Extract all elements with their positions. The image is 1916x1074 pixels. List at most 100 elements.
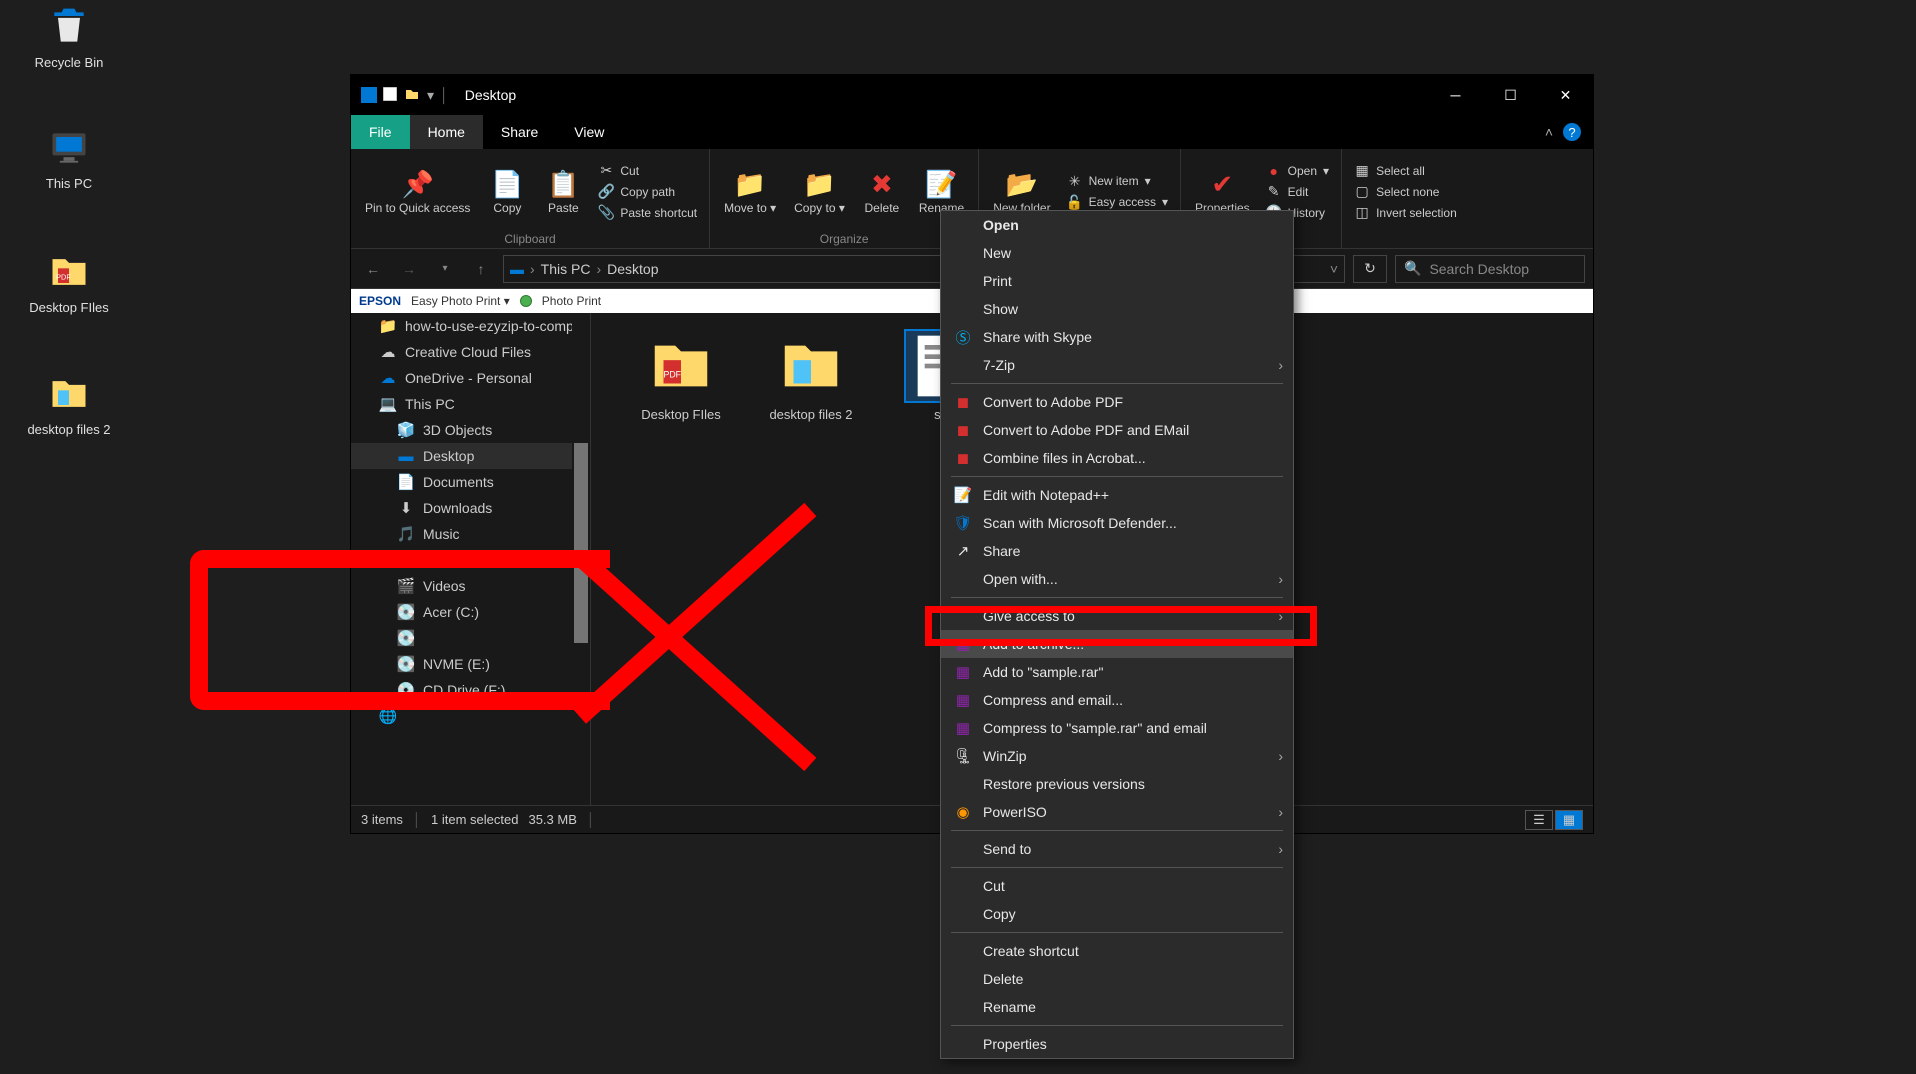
recent-locations-button[interactable]: ▾	[431, 255, 459, 283]
open-button[interactable]: ●Open ▾	[1262, 162, 1333, 180]
file-item-desktop-files-2[interactable]: desktop files 2	[751, 331, 871, 422]
sidebar-item[interactable]: ☁Creative Cloud Files	[351, 339, 590, 365]
details-view-toggle[interactable]: ☰	[1525, 810, 1553, 830]
copy-to-button[interactable]: 📁Copy to ▾	[788, 166, 851, 217]
context-item[interactable]: Cut	[941, 872, 1293, 900]
invert-selection-button[interactable]: ◫Invert selection	[1350, 204, 1461, 222]
maximize-button[interactable]: ☐	[1483, 75, 1538, 115]
context-item[interactable]: ↗Share	[941, 537, 1293, 565]
new-item-button[interactable]: ✳New item ▾	[1063, 172, 1172, 190]
context-item[interactable]: ◼Convert to Adobe PDF	[941, 388, 1293, 416]
paste-button[interactable]: 📋Paste	[538, 166, 588, 217]
copy-button[interactable]: 📄Copy	[482, 166, 532, 217]
epson-photo-print[interactable]: Photo Print	[542, 294, 601, 308]
ribbon-collapse-icon[interactable]: ˄	[1545, 124, 1553, 140]
breadcrumb-desktop[interactable]: Desktop	[607, 261, 658, 277]
sidebar-item[interactable]: ☁OneDrive - Personal	[351, 365, 590, 391]
minimize-button[interactable]: ─	[1428, 75, 1483, 115]
sidebar-scrollbar[interactable]	[572, 313, 590, 805]
context-item[interactable]: Rename	[941, 993, 1293, 1021]
help-icon[interactable]: ?	[1563, 123, 1581, 141]
context-item[interactable]: 7-Zip›	[941, 351, 1293, 379]
refresh-button[interactable]: ↻	[1353, 255, 1387, 283]
context-item[interactable]: Delete	[941, 965, 1293, 993]
context-separator	[951, 1025, 1283, 1026]
context-item[interactable]: ◼Combine files in Acrobat...	[941, 444, 1293, 472]
context-item[interactable]: Restore previous versions	[941, 770, 1293, 798]
sidebar-item[interactable]: 🌐	[351, 703, 590, 729]
sidebar-item[interactable]: 🎬Videos	[351, 573, 590, 599]
titlebar[interactable]: ▾ │ Desktop ─ ☐ ✕	[351, 75, 1593, 115]
copy-path-button[interactable]: 🔗Copy path	[594, 183, 701, 201]
sidebar-item[interactable]: 💽Acer (C:)	[351, 599, 590, 625]
context-separator	[951, 476, 1283, 477]
delete-button[interactable]: ✖Delete	[857, 166, 907, 217]
sidebar-item[interactable]: ▬Desktop	[351, 443, 590, 469]
tab-share[interactable]: Share	[483, 115, 556, 149]
blank-icon	[951, 1034, 975, 1054]
context-item[interactable]: ◉PowerISO›	[941, 798, 1293, 826]
context-item[interactable]: Copy	[941, 900, 1293, 928]
sidebar-item[interactable]: 🖼Pictures	[351, 547, 590, 573]
sidebar-scrollbar-thumb[interactable]	[574, 443, 588, 643]
context-item[interactable]: ▦Compress to "sample.rar" and email	[941, 714, 1293, 742]
file-item-desktop-files[interactable]: PDF Desktop FIles	[621, 331, 741, 422]
context-item[interactable]: Open with...›	[941, 565, 1293, 593]
context-item[interactable]: 🛡Scan with Microsoft Defender...	[941, 509, 1293, 537]
context-item[interactable]: Properties	[941, 1030, 1293, 1058]
context-item[interactable]: 🗜WinZip›	[941, 742, 1293, 770]
sidebar-item[interactable]: 💽	[351, 625, 590, 651]
breadcrumb-this-pc[interactable]: This PC	[541, 261, 591, 277]
context-item[interactable]: Print	[941, 267, 1293, 295]
icons-view-toggle[interactable]: ▦	[1555, 810, 1583, 830]
sidebar-item[interactable]: ⬇Downloads	[351, 495, 590, 521]
context-item[interactable]: Show	[941, 295, 1293, 323]
forward-button[interactable]: →	[395, 255, 423, 283]
select-none-button[interactable]: ▢Select none	[1350, 183, 1461, 201]
search-input[interactable]: 🔍 Search Desktop	[1395, 255, 1585, 283]
context-item[interactable]: Open	[941, 211, 1293, 239]
sidebar-item[interactable]: 💽NVME (E:)	[351, 651, 590, 677]
cut-button[interactable]: ✂Cut	[594, 162, 701, 180]
pin-to-quick-access-button[interactable]: 📌Pin to Quick access	[359, 166, 476, 217]
sidebar-item[interactable]: 💿CD Drive (F:)	[351, 677, 590, 703]
context-item[interactable]: Create shortcut	[941, 937, 1293, 965]
back-button[interactable]: ←	[359, 255, 387, 283]
tab-file[interactable]: File	[351, 115, 410, 149]
qat-dropdown-icon[interactable]: ▾	[427, 87, 434, 104]
sidebar-item[interactable]: 🎵Music	[351, 521, 590, 547]
context-item[interactable]: ⓈShare with Skype	[941, 323, 1293, 351]
context-item[interactable]: ◼Convert to Adobe PDF and EMail	[941, 416, 1293, 444]
move-to-button[interactable]: 📁Move to ▾	[718, 166, 782, 217]
sidebar-item[interactable]: 💻This PC	[351, 391, 590, 417]
select-all-button[interactable]: ▦Select all	[1350, 162, 1461, 180]
paste-shortcut-button[interactable]: 📎Paste shortcut	[594, 204, 701, 222]
new-folder-icon: 📂	[1006, 168, 1038, 200]
context-item[interactable]: ▦Add to archive...	[941, 630, 1293, 658]
edit-button[interactable]: ✎Edit	[1262, 183, 1333, 201]
tab-view[interactable]: View	[556, 115, 622, 149]
sidebar-item[interactable]: 📁how-to-use-ezyzip-to-comp	[351, 313, 590, 339]
context-item[interactable]: 📝Edit with Notepad++	[941, 481, 1293, 509]
context-item[interactable]: Give access to›	[941, 602, 1293, 630]
epson-easy-print[interactable]: Easy Photo Print ▾	[411, 294, 510, 308]
sidebar-item[interactable]: 📄Documents	[351, 469, 590, 495]
desktop-icon-this-pc[interactable]: This PC	[24, 124, 114, 191]
context-item[interactable]: Send to›	[941, 835, 1293, 863]
qat-icon[interactable]	[383, 87, 399, 103]
easy-access-button[interactable]: 🔓Easy access ▾	[1063, 193, 1172, 211]
context-menu: OpenNewPrintShowⓈShare with Skype7-Zip› ◼…	[940, 210, 1294, 1059]
context-item[interactable]: ▦Add to "sample.rar"	[941, 658, 1293, 686]
context-item[interactable]: New	[941, 239, 1293, 267]
desktop-icon-recycle-bin[interactable]: Recycle Bin	[24, 3, 114, 70]
desktop-icon-folder-2[interactable]: desktop files 2	[24, 370, 114, 437]
blank-icon	[951, 904, 975, 924]
sidebar-item[interactable]: 🧊3D Objects	[351, 417, 590, 443]
desktop-icon-folder-1[interactable]: PDF Desktop FIles	[24, 248, 114, 315]
tab-home[interactable]: Home	[410, 115, 483, 149]
close-button[interactable]: ✕	[1538, 75, 1593, 115]
context-item[interactable]: ▦Compress and email...	[941, 686, 1293, 714]
qat-folder-icon[interactable]	[405, 87, 421, 103]
up-button[interactable]: ↑	[467, 255, 495, 283]
addr-dropdown-icon[interactable]: ˅	[1330, 261, 1338, 277]
